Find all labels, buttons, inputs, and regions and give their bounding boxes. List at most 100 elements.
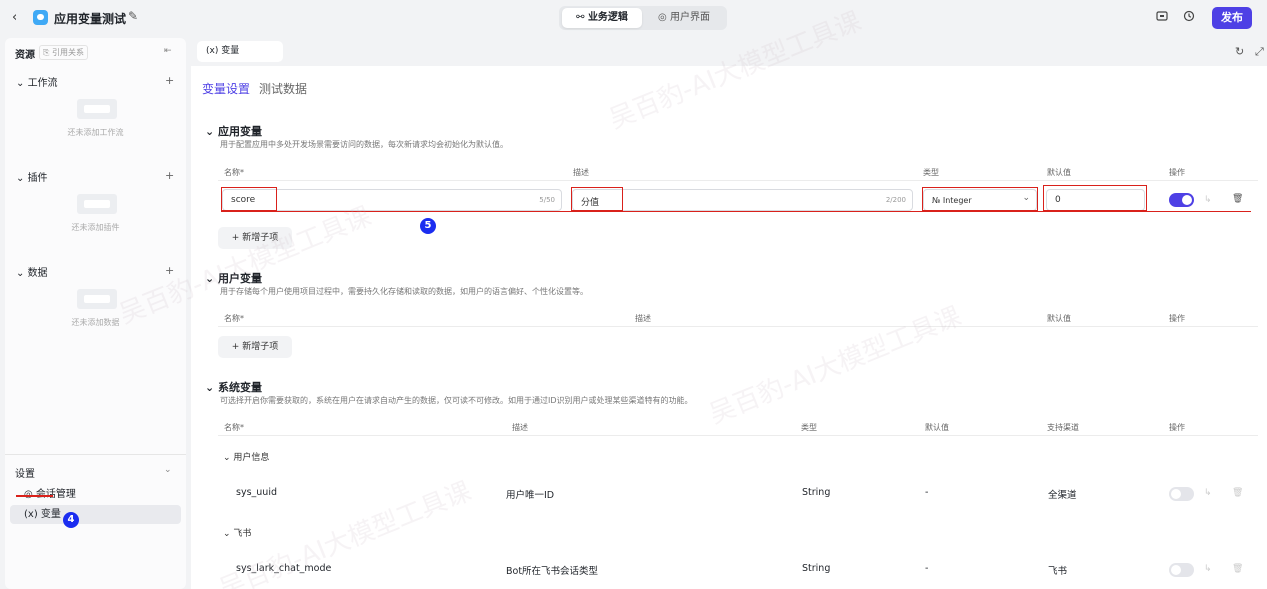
sub-item-icon[interactable]: ↳ xyxy=(1204,195,1212,205)
add-app-variable-button[interactable]: + 新增子项 xyxy=(218,227,292,249)
column-header: 描述 xyxy=(635,314,651,323)
add-data-icon[interactable]: + xyxy=(165,264,174,277)
section-title: 应用变量 xyxy=(218,125,263,138)
top-bar: ‹ 应用变量测试 ✎ ⚯ 业务逻辑 ◎ 用户界面 发布 xyxy=(0,0,1267,36)
section-user-variables[interactable]: ⌄ 用户变量 xyxy=(205,270,262,286)
sidebar-section-plugins[interactable]: ⌄ 插件 xyxy=(16,169,48,184)
column-header: 类型 xyxy=(923,168,939,177)
tab-test-data[interactable]: 测试数据 xyxy=(259,80,307,97)
sys-var-description: 用户唯一ID xyxy=(506,490,555,501)
chevron-down-icon: ⌄ xyxy=(16,268,28,279)
sys-var-toggle[interactable] xyxy=(1169,563,1194,577)
column-header: 名称* xyxy=(224,314,244,323)
tab-business-logic-label: 业务逻辑 xyxy=(587,12,628,23)
sidebar-section-workflow[interactable]: ⌄ 工作流 xyxy=(16,74,58,89)
history-icon[interactable] xyxy=(1183,10,1195,25)
sys-var-channel: 全渠道 xyxy=(1048,490,1077,501)
char-count: 5/50 xyxy=(539,196,555,204)
sidebar-section-label: 数据 xyxy=(27,268,48,279)
tab-business-logic[interactable]: ⚯ 业务逻辑 xyxy=(562,8,642,28)
section-system-variables[interactable]: ⌄ 系统变量 xyxy=(205,379,262,395)
section-description: 用于配置应用中多处开发场景需要访问的数据，每次新请求均会初始化为默认值。 xyxy=(220,140,508,149)
column-header: 描述 xyxy=(512,423,528,432)
collapse-sidebar-icon[interactable]: ⇤ xyxy=(164,46,172,56)
column-header: 默认值 xyxy=(1047,168,1071,177)
sidebar-section-data[interactable]: ⌄ 数据 xyxy=(16,264,48,279)
app-title: 应用变量测试 xyxy=(54,12,127,26)
sidebar-section-label: 插件 xyxy=(27,173,48,184)
chevron-down-icon: ⌄ xyxy=(205,125,219,138)
chevron-down-icon: ⌄ xyxy=(223,529,234,539)
column-header: 操作 xyxy=(1169,423,1185,432)
add-user-variable-button[interactable]: + 新增子项 xyxy=(218,336,292,358)
delete-icon: 🗑 xyxy=(1232,488,1244,498)
main-panel: (x) 变量 ↻ ⤢ 变量设置 测试数据 ⌄ 应用变量 用于配置应用中多处开发场… xyxy=(191,38,1267,589)
column-header: 名称* xyxy=(224,168,244,177)
column-header: 支持渠道 xyxy=(1047,423,1079,432)
column-header: 名称* xyxy=(224,423,244,432)
palette-icon: ◎ xyxy=(658,12,667,23)
reference-button[interactable]: ⎘ 引用关系 xyxy=(39,45,88,60)
column-header: 默认值 xyxy=(1047,314,1071,323)
column-header: 操作 xyxy=(1169,168,1185,177)
add-workflow-icon[interactable]: + xyxy=(165,74,174,87)
sys-var-toggle[interactable] xyxy=(1169,487,1194,501)
sys-var-name: sys_uuid xyxy=(236,487,277,498)
step-badge: 5 xyxy=(420,218,436,234)
chevron-down-icon: ⌄ xyxy=(16,78,28,89)
section-description: 用于存储每个用户使用项目过程中，需要持久化存储和读取的数据，如用户的语言偏好、个… xyxy=(220,287,588,296)
sidebar-item-label: 变量 xyxy=(40,509,61,520)
divider xyxy=(5,454,186,455)
app-avatar-icon xyxy=(33,10,48,25)
empty-text: 还未添加插件 xyxy=(71,223,120,232)
editor-tab-bar: (x) 变量 ↻ ⤢ xyxy=(191,38,1267,66)
tab-user-interface[interactable]: ◎ 用户界面 xyxy=(644,8,724,28)
column-header: 描述 xyxy=(573,168,589,177)
delete-icon[interactable]: 🗑 xyxy=(1232,194,1243,204)
delete-icon: 🗑 xyxy=(1232,564,1244,574)
chevron-down-icon: ⌄ xyxy=(205,381,219,394)
publish-button[interactable]: 发布 xyxy=(1212,7,1252,29)
section-title: 系统变量 xyxy=(218,381,263,394)
tab-user-interface-label: 用户界面 xyxy=(669,12,710,23)
variable-description-input[interactable]: 分值 2/200 xyxy=(572,189,913,211)
sys-var-description: Bot所在飞书会话类型 xyxy=(506,566,599,577)
expand-icon[interactable]: ⤢ xyxy=(1255,45,1264,59)
annotation-box xyxy=(922,187,1038,211)
tab-variable-settings[interactable]: 变量设置 xyxy=(202,80,250,97)
group-lark[interactable]: ⌄ 飞书 xyxy=(223,526,251,539)
group-title: 飞书 xyxy=(233,529,252,539)
view-switch: ⚯ 业务逻辑 ◎ 用户界面 xyxy=(559,6,727,30)
sys-var-default: - xyxy=(925,487,929,498)
resource-sidebar: 资源 ⎘ 引用关系 ⇤ ⌄ 工作流 + 还未添加工作流 ⌄ 插件 + 还未添加插… xyxy=(5,38,186,589)
tab-variables[interactable]: (x) 变量 xyxy=(197,41,283,62)
annotation-underline xyxy=(16,495,53,497)
divider xyxy=(218,180,1258,181)
divider xyxy=(218,435,1258,436)
empty-text: 还未添加工作流 xyxy=(67,128,124,137)
empty-illustration-icon xyxy=(77,194,117,214)
edit-icon[interactable]: ✎ xyxy=(128,9,138,23)
back-icon[interactable]: ‹ xyxy=(12,10,17,25)
refresh-icon[interactable]: ↻ xyxy=(1235,45,1244,58)
sys-var-type: String xyxy=(802,487,831,498)
empty-illustration-icon xyxy=(77,289,117,309)
column-header: 类型 xyxy=(801,423,817,432)
cloud-icon[interactable] xyxy=(1156,10,1168,24)
annotation-box xyxy=(571,187,623,211)
empty-text: 还未添加数据 xyxy=(71,318,120,327)
chevron-down-icon[interactable]: ⌄ xyxy=(164,465,172,475)
section-description: 可选择开启你需要获取的，系统在用户在请求自动产生的数据，仅可读不可修改。如用于通… xyxy=(220,396,693,405)
settings-title: 设置 xyxy=(15,469,35,480)
sys-var-channel: 飞书 xyxy=(1048,566,1068,577)
section-app-variables[interactable]: ⌄ 应用变量 xyxy=(205,123,262,139)
add-plugin-icon[interactable]: + xyxy=(165,169,174,182)
variable-enabled-toggle[interactable] xyxy=(1169,193,1194,207)
group-user-info[interactable]: ⌄ 用户信息 xyxy=(223,450,269,463)
sidebar-item-variables[interactable]: (x) 变量 xyxy=(10,505,181,524)
sidebar-section-label: 工作流 xyxy=(27,78,58,89)
chevron-down-icon: ⌄ xyxy=(223,453,234,463)
divider xyxy=(218,326,1258,327)
empty-illustration-icon xyxy=(77,99,117,119)
chevron-down-icon: ⌄ xyxy=(16,173,28,184)
